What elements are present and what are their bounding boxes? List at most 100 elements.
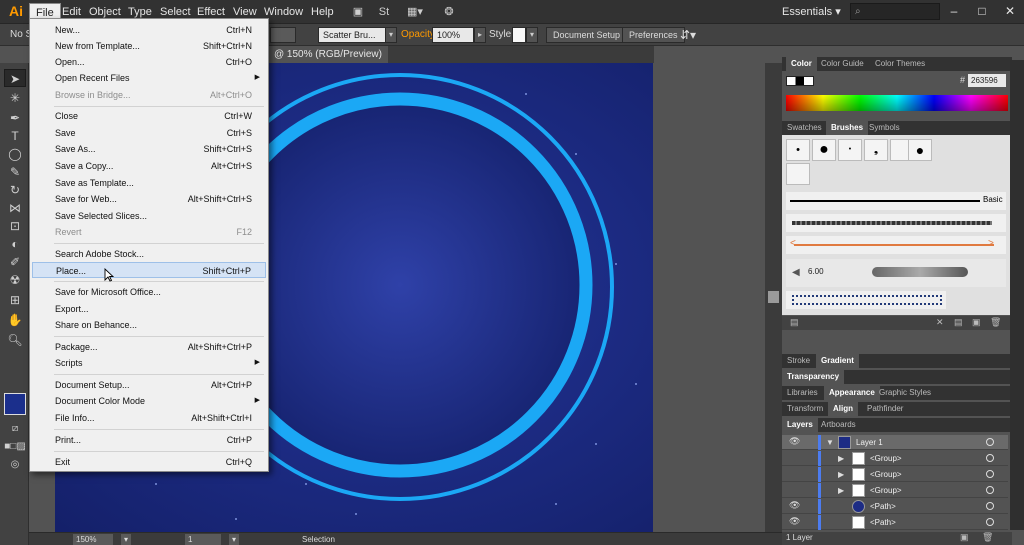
layer-row[interactable]: 👁︎ <Path> <box>782 515 1008 530</box>
remove-stroke-icon[interactable]: ✕ <box>936 317 944 328</box>
menu-item-close[interactable]: Close Ctrl+W <box>32 108 266 124</box>
brush-pattern[interactable] <box>786 291 946 309</box>
brush-arrow[interactable]: < > <box>786 236 1006 254</box>
tab-gradient[interactable]: Gradient <box>816 354 859 368</box>
brush-charcoal[interactable] <box>786 214 1006 232</box>
layer-row[interactable]: ▶ <Group> <box>782 467 1008 482</box>
tab-align[interactable]: Align <box>828 402 858 416</box>
expand-arrow-icon[interactable]: ▶ <box>838 467 844 482</box>
menu-item-browse-in-bridge[interactable]: Browse in Bridge... Alt+Ctrl+O <box>32 87 266 103</box>
arrange-documents-icon[interactable]: ▦▾ <box>402 4 428 20</box>
menu-item-revert[interactable]: Revert F12 <box>32 224 266 240</box>
layer-row[interactable]: ▶ <Group> <box>782 483 1008 498</box>
menu-item-save[interactable]: Save Ctrl+S <box>32 125 266 141</box>
bridge-icon[interactable]: ▣ <box>350 4 366 20</box>
maximize-button[interactable]: □ <box>968 0 996 22</box>
ellipse-tool-icon[interactable]: ◯ <box>4 145 26 163</box>
hand-tool-icon[interactable]: ✋ <box>4 311 26 329</box>
none-black-white-swatches[interactable] <box>786 76 814 86</box>
target-circle-icon[interactable] <box>986 470 994 478</box>
tab-symbols[interactable]: Symbols <box>864 121 905 135</box>
tab-swatches[interactable]: Swatches <box>782 121 827 135</box>
panel-scrollbar[interactable] <box>1010 60 1024 530</box>
free-transform-tool-icon[interactable]: ⊡ <box>4 217 26 235</box>
collapse-arrow-icon[interactable]: ▼ <box>826 435 834 450</box>
target-circle-icon[interactable] <box>986 502 994 510</box>
stroke-none-icon[interactable]: ⧄ <box>4 420 26 438</box>
eyedropper-tool-icon[interactable]: ✐ <box>4 253 26 271</box>
tab-stroke[interactable]: Stroke <box>782 354 815 368</box>
type-tool-icon[interactable]: T <box>4 127 26 145</box>
expand-arrow-icon[interactable]: ▶ <box>838 483 844 498</box>
tab-transparency[interactable]: Transparency <box>782 370 845 384</box>
color-spectrum[interactable] <box>786 95 1008 111</box>
menu-help[interactable]: Help <box>305 3 340 21</box>
menu-item-save-for-microsoft-office[interactable]: Save for Microsoft Office... <box>32 284 266 300</box>
menu-item-save-as[interactable]: Save As... Shift+Ctrl+S <box>32 141 266 157</box>
delete-layer-icon[interactable]: 🗑︎ <box>982 532 993 543</box>
brush-dot-medium[interactable]: ● <box>908 139 932 161</box>
tab-color-guide[interactable]: Color Guide <box>816 57 869 71</box>
close-window-button[interactable]: ✕ <box>996 0 1024 22</box>
brush-dot-large[interactable]: ● <box>812 139 836 161</box>
brush-dot-small[interactable]: • <box>786 139 810 161</box>
layer-row[interactable]: 👁︎ ▼ Layer 1 <box>782 435 1008 450</box>
target-circle-icon[interactable] <box>986 438 994 446</box>
layer-row[interactable]: 👁︎ <Path> <box>782 499 1008 514</box>
zoom-tool-icon[interactable]: 🔍︎ <box>4 331 26 349</box>
menu-item-save-for-web[interactable]: Save for Web... Alt+Shift+Ctrl+S <box>32 191 266 207</box>
options-icon[interactable]: ▤ <box>954 317 963 328</box>
document-tab[interactable]: @ 150% (RGB/Preview) <box>268 46 388 63</box>
tab-color[interactable]: Color <box>786 57 817 71</box>
style-dropdown-icon[interactable]: ▾ <box>526 27 538 43</box>
menu-item-new-from-template[interactable]: New from Template... Shift+Ctrl+N <box>32 38 266 54</box>
menu-item-print[interactable]: Print... Ctrl+P <box>32 432 266 448</box>
menu-item-place[interactable]: Place... Shift+Ctrl+P <box>32 262 266 278</box>
menu-item-exit[interactable]: Exit Ctrl+Q <box>32 454 266 470</box>
width-tool-icon[interactable]: ⋈ <box>4 199 26 217</box>
menu-item-open[interactable]: Open... Ctrl+O <box>32 54 266 70</box>
artboard-dropdown-icon[interactable]: ▾ <box>229 534 239 545</box>
pen-tool-icon[interactable]: ✒ <box>4 109 26 127</box>
stock-icon[interactable]: St <box>376 4 392 20</box>
hex-color-input[interactable]: 263596 <box>968 74 1006 87</box>
menu-item-document-setup[interactable]: Document Setup... Alt+Ctrl+P <box>32 377 266 393</box>
layer-row[interactable]: ▶ <Group> <box>782 451 1008 466</box>
visibility-eye-icon[interactable]: 👁︎ <box>789 500 800 511</box>
opacity-dropdown-icon[interactable]: ▸ <box>474 27 486 43</box>
menu-item-save-a-copy[interactable]: Save a Copy... Alt+Ctrl+S <box>32 158 266 174</box>
minimize-button[interactable]: – <box>940 0 968 22</box>
tab-appearance[interactable]: Appearance <box>824 386 880 400</box>
canvas-vertical-scrollbar[interactable] <box>765 63 782 532</box>
menu-item-search-adobe-stock[interactable]: Search Adobe Stock... <box>32 246 266 262</box>
menu-item-document-color-mode[interactable]: Document Color Mode ▶ <box>32 393 266 409</box>
zoom-dropdown-icon[interactable]: ▾ <box>121 534 131 545</box>
tab-libraries[interactable]: Libraries <box>782 386 823 400</box>
target-circle-icon[interactable] <box>986 518 994 526</box>
scrollbar-thumb[interactable] <box>768 291 779 303</box>
menu-item-new[interactable]: New... Ctrl+N <box>32 22 266 38</box>
tab-transform[interactable]: Transform <box>782 402 828 416</box>
menu-item-open-recent-files[interactable]: Open Recent Files ▶ <box>32 70 266 86</box>
preferences-button[interactable]: Preferences <box>622 27 685 43</box>
symbol-sprayer-tool-icon[interactable]: ☢ <box>4 271 26 289</box>
color-mode-icon[interactable]: ■□▨ <box>4 438 26 456</box>
tab-color-themes[interactable]: Color Themes <box>870 57 930 71</box>
menu-item-export[interactable]: Export... <box>32 301 266 317</box>
menu-item-scripts[interactable]: Scripts ▶ <box>32 355 266 371</box>
pencil-tool-icon[interactable]: ✎ <box>4 163 26 181</box>
menu-item-file-info[interactable]: File Info... Alt+Shift+Ctrl+I <box>32 410 266 426</box>
stroke-profile-field[interactable] <box>270 27 296 43</box>
tab-layers[interactable]: Layers <box>782 418 818 432</box>
gpu-performance-icon[interactable]: ❂ <box>440 4 458 20</box>
graphic-style-swatch[interactable] <box>512 27 526 43</box>
tab-pathfinder[interactable]: Pathfinder <box>862 402 908 416</box>
target-circle-icon[interactable] <box>986 454 994 462</box>
visibility-eye-icon[interactable]: 👁︎ <box>789 516 800 527</box>
delete-brush-icon[interactable]: 🗑︎ <box>990 317 1001 328</box>
expand-arrow-icon[interactable]: ▶ <box>838 451 844 466</box>
target-circle-icon[interactable] <box>986 486 994 494</box>
tab-brushes[interactable]: Brushes <box>826 121 869 135</box>
menu-item-share-on-behance[interactable]: Share on Behance... <box>32 317 266 333</box>
workspace-switcher[interactable]: Essentials ▾ <box>782 4 841 20</box>
